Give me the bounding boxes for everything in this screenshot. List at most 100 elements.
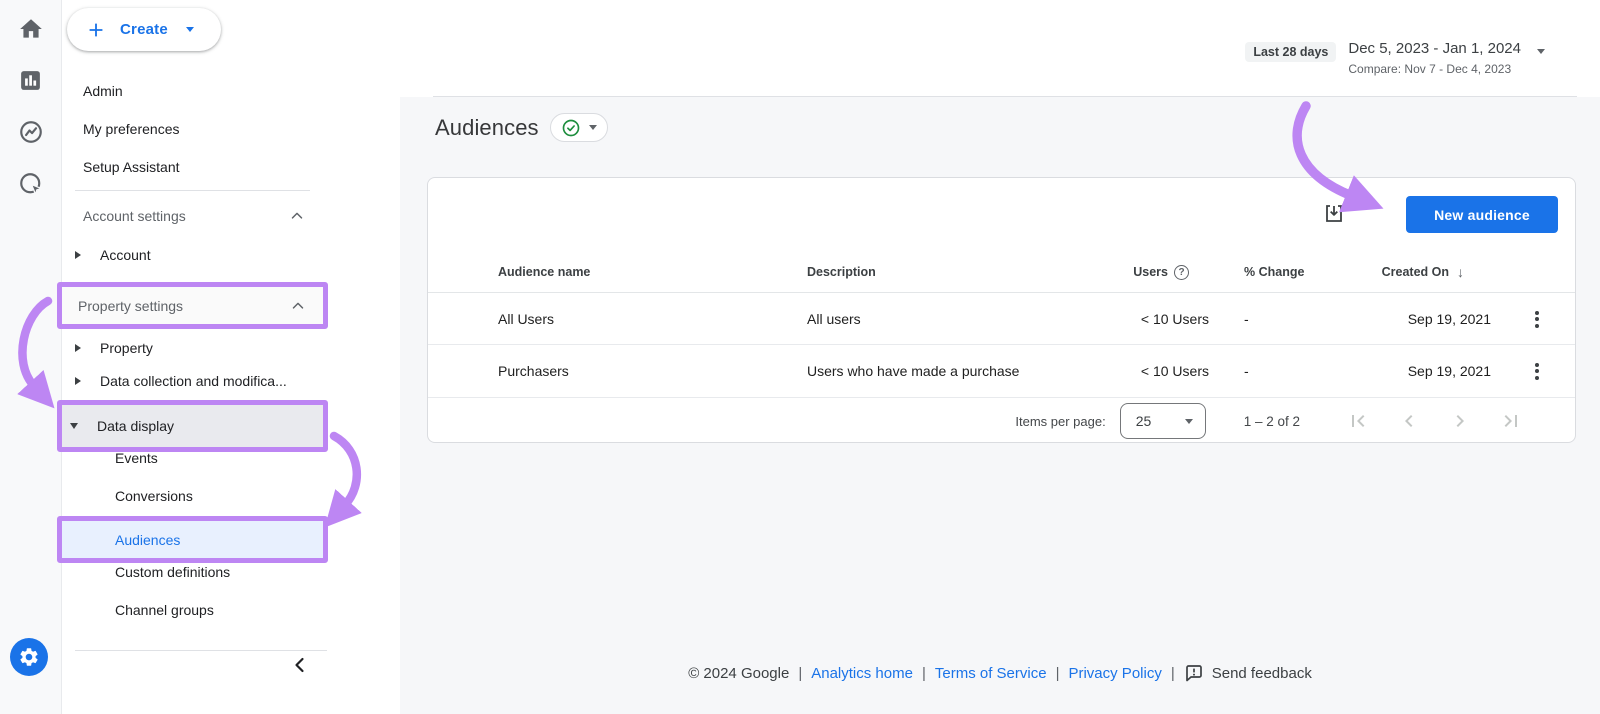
cell-created-on: Sep 19, 2021 (1407, 363, 1491, 379)
sidebar-item-label: Property (100, 340, 153, 356)
sidebar-item-label: Events (115, 450, 158, 466)
cell-change: - (1244, 363, 1249, 379)
cell-description: Users who have made a purchase (807, 363, 1020, 379)
expander-down-icon[interactable] (70, 423, 78, 429)
help-icon[interactable]: ? (1174, 264, 1189, 280)
pagination-range: 1 – 2 of 2 (1243, 413, 1300, 429)
sidebar-item-account[interactable]: Account (62, 236, 328, 274)
plus-icon (89, 23, 103, 36)
row-menu-icon[interactable] (1528, 345, 1546, 397)
main-content: Audiences New audience Audience name Des… (400, 97, 1600, 714)
admin-sidebar: Create Admin My preferences Setup Assist… (57, 0, 400, 714)
caret-down-icon (185, 27, 194, 32)
reports-icon[interactable] (17, 67, 44, 94)
send-feedback-button[interactable]: Send feedback (1184, 663, 1312, 683)
privacy-policy-link[interactable]: Privacy Policy (1068, 665, 1161, 682)
cell-users: < 10 Users (1140, 311, 1209, 327)
column-header-change[interactable]: % Change (1244, 251, 1304, 293)
table-row[interactable]: All Users All users < 10 Users - Sep 19,… (428, 293, 1575, 345)
cell-description: All users (807, 311, 861, 327)
sidebar-item-my-preferences[interactable]: My preferences (62, 110, 328, 148)
section-property-settings[interactable]: Property settings (57, 282, 328, 329)
expander-right-icon[interactable] (75, 344, 81, 352)
create-button[interactable]: Create (67, 8, 221, 51)
date-compare-value: Compare: Nov 7 - Dec 4, 2023 (1348, 62, 1512, 76)
table-row[interactable]: Purchasers Users who have made a purchas… (428, 345, 1575, 398)
section-label: Property settings (78, 297, 184, 314)
nav-rail (0, 0, 62, 714)
feedback-icon (1185, 665, 1202, 682)
sidebar-item-custom-definitions[interactable]: Custom definitions (62, 553, 328, 591)
collapse-sidebar-icon[interactable] (288, 653, 312, 677)
sidebar-item-data-collection[interactable]: Data collection and modifica... (62, 362, 328, 400)
date-preset-badge: Last 28 days (1245, 42, 1337, 62)
expander-right-icon[interactable] (75, 377, 81, 385)
home-icon[interactable] (17, 15, 44, 42)
page-footer: © 2024 Google | Analytics home | Terms o… (400, 660, 1600, 686)
date-range-picker[interactable]: Last 28 days Dec 5, 2023 - Jan 1, 2024 C… (1245, 40, 1545, 76)
cell-created-on: Sep 19, 2021 (1407, 311, 1491, 327)
chevron-up-icon (288, 207, 306, 225)
column-header-label: Users (1133, 265, 1168, 279)
sidebar-item-label: My preferences (83, 121, 180, 137)
status-badge[interactable] (549, 113, 608, 142)
sidebar-item-label: Data collection and modifica... (100, 373, 287, 389)
sidebar-item-setup-assistant[interactable]: Setup Assistant (62, 148, 328, 186)
section-label: Account settings (83, 208, 186, 224)
sort-descending-icon: ↓ (1457, 264, 1464, 280)
items-per-page-select[interactable]: 25 (1119, 403, 1206, 439)
admin-gear-icon[interactable] (10, 638, 48, 676)
separator: | (1055, 664, 1060, 682)
previous-page-icon[interactable] (1397, 409, 1421, 433)
new-audience-button[interactable]: New audience (1406, 196, 1558, 233)
caret-down-icon (1184, 418, 1193, 424)
section-account-settings[interactable]: Account settings (62, 197, 328, 235)
column-header-audience-name[interactable]: Audience name (498, 251, 590, 293)
page-title: Audiences (435, 114, 539, 140)
row-menu-icon[interactable] (1528, 293, 1546, 345)
analytics-home-link[interactable]: Analytics home (811, 665, 913, 682)
terms-of-service-link[interactable]: Terms of Service (935, 665, 1047, 682)
cell-audience-name[interactable]: Purchasers (498, 345, 569, 397)
sidebar-item-label: Setup Assistant (83, 159, 180, 175)
explore-icon[interactable] (17, 118, 44, 145)
copyright-text: © 2024 Google (688, 664, 790, 682)
last-page-icon[interactable] (1499, 409, 1523, 433)
column-header-created-on[interactable]: Created On ↓ (1382, 251, 1464, 293)
sidebar-item-label: Data display (97, 418, 175, 434)
column-header-label: Created On (1381, 265, 1449, 279)
next-page-icon[interactable] (1448, 409, 1472, 433)
audiences-card: New audience Audience name Description U… (427, 177, 1576, 443)
check-circle-icon (562, 119, 579, 136)
column-header-description[interactable]: Description (807, 251, 876, 293)
sidebar-item-channel-groups[interactable]: Channel groups (62, 591, 328, 629)
date-range-value: Dec 5, 2023 - Jan 1, 2024 (1348, 40, 1521, 57)
column-header-users[interactable]: Users ? (1133, 251, 1189, 293)
cell-audience-name[interactable]: All Users (498, 293, 554, 345)
table-header-row: Audience name Description Users ? % Chan… (428, 251, 1575, 293)
sidebar-item-label: Admin (83, 83, 123, 99)
sidebar-item-admin[interactable]: Admin (62, 72, 328, 110)
cell-users: < 10 Users (1140, 363, 1209, 379)
caret-down-icon (588, 125, 597, 130)
expander-right-icon[interactable] (75, 251, 81, 259)
export-icon[interactable] (1322, 202, 1346, 226)
items-per-page-label: Items per page: (1015, 413, 1106, 429)
divider (75, 650, 327, 651)
separator: | (798, 664, 803, 682)
divider (75, 190, 310, 191)
items-per-page-value: 25 (1135, 413, 1152, 429)
sidebar-item-label: Account (100, 247, 151, 263)
first-page-icon[interactable] (1346, 409, 1370, 433)
send-feedback-label: Send feedback (1211, 664, 1312, 682)
create-button-label: Create (120, 21, 168, 38)
sidebar-item-events[interactable]: Events (62, 439, 328, 477)
sidebar-item-label: Conversions (115, 488, 193, 504)
pagination-bar: Items per page: 25 1 – 2 of 2 (428, 398, 1575, 444)
sidebar-item-label: Custom definitions (115, 564, 231, 580)
cell-change: - (1244, 311, 1249, 327)
advertising-icon[interactable] (17, 170, 44, 197)
sidebar-item-conversions[interactable]: Conversions (62, 477, 328, 515)
sidebar-item-label: Audiences (115, 531, 181, 548)
top-bar: Last 28 days Dec 5, 2023 - Jan 1, 2024 C… (400, 0, 1600, 97)
